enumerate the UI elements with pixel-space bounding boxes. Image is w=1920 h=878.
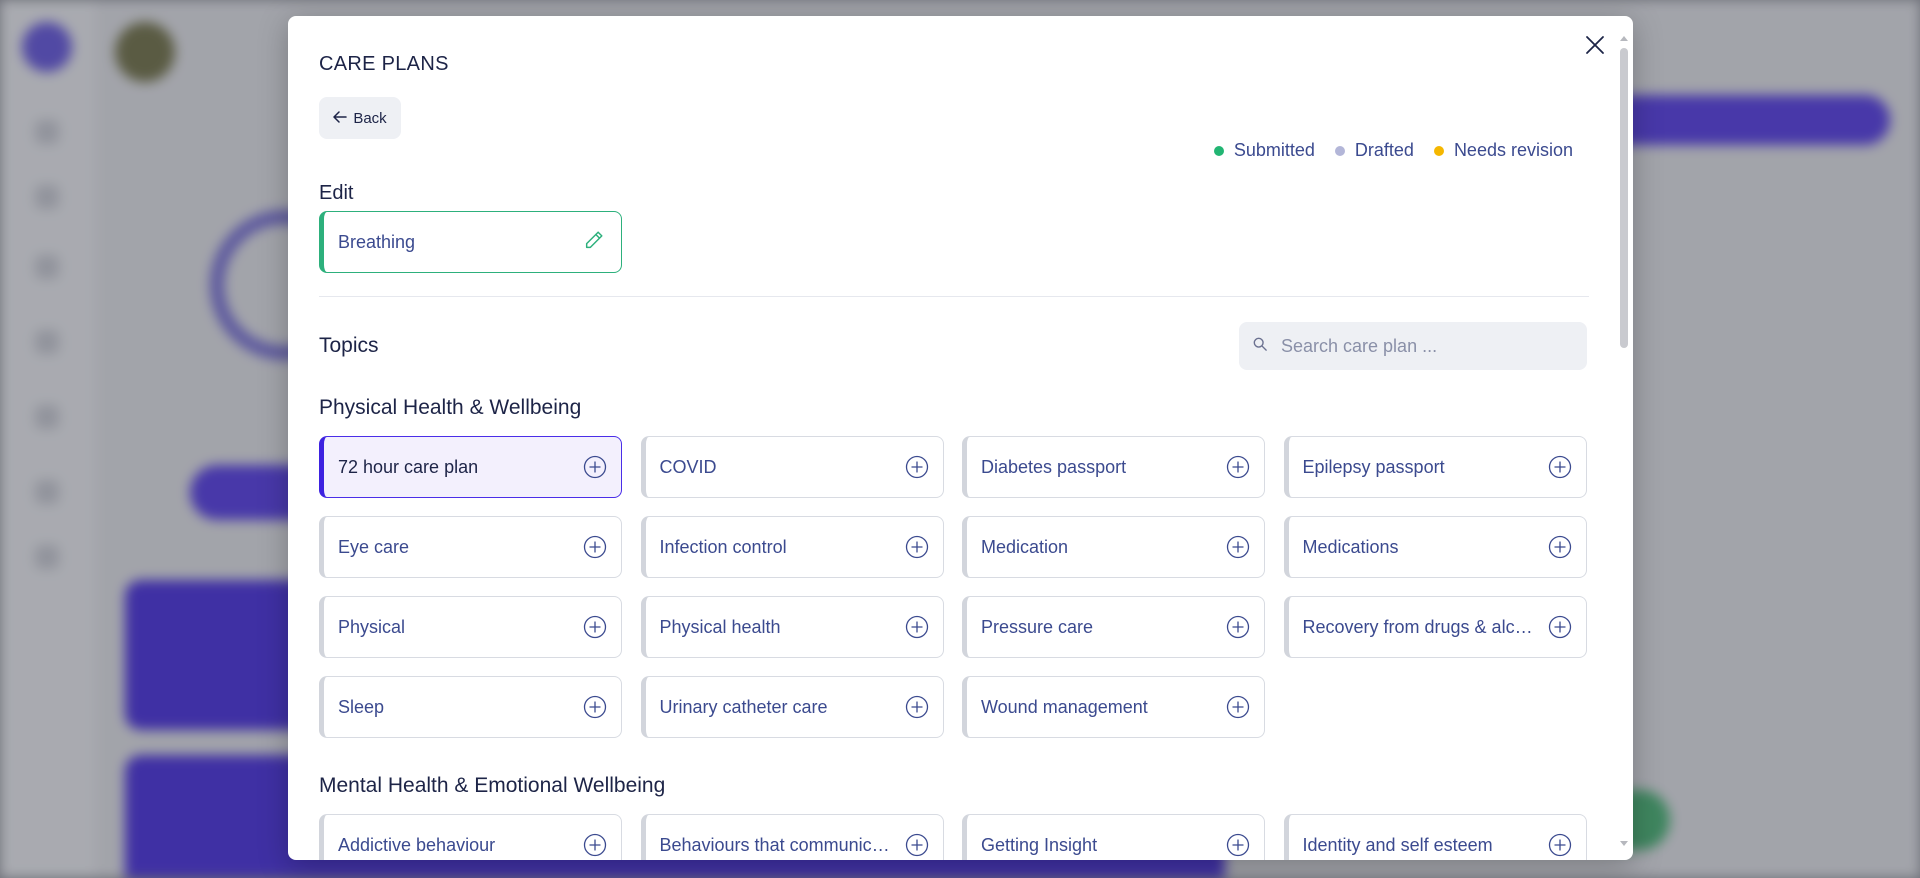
topic-card[interactable]: Behaviours that communicate distress <box>640 814 944 860</box>
topic-card[interactable]: Medications <box>1283 516 1587 578</box>
topic-card[interactable]: Identity and self esteem <box>1283 814 1587 860</box>
legend-needs-revision: Needs revision <box>1433 140 1573 161</box>
plus-circle-icon[interactable] <box>583 615 607 639</box>
topic-label: Getting Insight <box>981 834 1098 855</box>
legend-submitted: Submitted <box>1213 140 1315 161</box>
scroll-up-arrow[interactable] <box>1620 36 1628 41</box>
current-care-plan-name: Breathing <box>338 231 416 252</box>
topic-label: Behaviours that communicate distress <box>659 834 895 855</box>
modal-content: CARE PLANS Back Submitted Drafted Needs … <box>288 16 1618 860</box>
mental-topics-grid: Addictive behaviour Behaviours that commu… <box>319 814 1587 860</box>
legend-label: Submitted <box>1233 140 1315 160</box>
topic-card[interactable]: Sleep <box>319 676 622 738</box>
status-legend: Submitted Drafted Needs revision <box>1213 140 1573 161</box>
topic-label: Eye care <box>338 536 410 557</box>
topic-label: Physical <box>338 616 406 637</box>
topic-label: Wound management <box>981 696 1148 717</box>
topic-label: Infection control <box>659 536 787 557</box>
search-box[interactable] <box>1239 322 1587 370</box>
topic-label: Physical health <box>659 616 781 637</box>
legend-label: Drafted <box>1354 140 1414 160</box>
topic-label: Epilepsy passport <box>1302 456 1445 477</box>
plus-circle-icon[interactable] <box>1548 455 1572 479</box>
plus-circle-icon[interactable] <box>905 535 929 559</box>
topic-label: Identity and self esteem <box>1302 834 1493 855</box>
section-title-mental: Mental Health & Emotional Wellbeing <box>319 774 666 797</box>
search-input[interactable] <box>1281 335 1561 357</box>
plus-circle-icon[interactable] <box>583 695 607 719</box>
scroll-down-arrow[interactable] <box>1620 841 1628 846</box>
close-button[interactable] <box>1578 30 1612 64</box>
modal-scrollbar[interactable] <box>1619 36 1629 846</box>
section-title-physical: Physical Health & Wellbeing <box>319 396 582 419</box>
topic-label: Sleep <box>338 696 385 717</box>
topic-card[interactable]: Addictive behaviour <box>319 814 622 860</box>
plus-circle-icon[interactable] <box>583 455 607 479</box>
plus-circle-icon[interactable] <box>905 615 929 639</box>
topic-card[interactable]: Urinary catheter care <box>640 676 944 738</box>
plus-circle-icon[interactable] <box>1548 615 1572 639</box>
divider <box>319 296 1589 297</box>
edit-heading: Edit <box>319 182 354 204</box>
scrollbar-thumb[interactable] <box>1620 48 1628 348</box>
arrow-left-icon <box>333 110 348 127</box>
topic-card[interactable]: COVID <box>640 436 944 498</box>
topic-card[interactable]: Physical health <box>640 596 944 658</box>
legend-label: Needs revision <box>1453 140 1573 160</box>
topic-card[interactable]: Infection control <box>640 516 944 578</box>
plus-circle-icon[interactable] <box>1226 535 1250 559</box>
topic-card[interactable]: Wound management <box>962 676 1265 738</box>
care-plans-modal: CARE PLANS Back Submitted Drafted Needs … <box>288 16 1633 860</box>
submitted-dot <box>1213 145 1224 156</box>
plus-circle-icon[interactable] <box>1226 615 1250 639</box>
topics-heading: Topics <box>319 334 379 357</box>
topic-label: Medication <box>981 536 1069 557</box>
drafted-dot <box>1334 145 1345 156</box>
topic-label: 72 hour care plan <box>338 456 479 477</box>
topic-label: Pressure care <box>981 616 1094 637</box>
plus-circle-icon[interactable] <box>1226 455 1250 479</box>
topic-card[interactable]: Pressure care <box>962 596 1265 658</box>
topic-card[interactable]: Recovery from drugs & alcohol <box>1283 596 1587 658</box>
plus-circle-icon[interactable] <box>583 535 607 559</box>
close-icon <box>1585 35 1605 60</box>
plus-circle-icon[interactable] <box>583 833 607 857</box>
back-button[interactable]: Back <box>319 97 401 139</box>
pencil-icon[interactable] <box>583 229 605 256</box>
modal-title: CARE PLANS <box>319 53 449 75</box>
current-care-plan-card[interactable]: Breathing <box>319 211 622 273</box>
topic-label: Urinary catheter care <box>659 696 828 717</box>
search-icon <box>1253 337 1267 356</box>
plus-circle-icon[interactable] <box>1226 833 1250 857</box>
topic-card[interactable]: Getting Insight <box>962 814 1265 860</box>
topic-card[interactable]: Epilepsy passport <box>1283 436 1587 498</box>
topic-label: COVID <box>659 456 717 477</box>
topic-card[interactable]: 72 hour care plan <box>319 436 622 498</box>
plus-circle-icon[interactable] <box>905 695 929 719</box>
back-button-label: Back <box>353 109 387 127</box>
physical-topics-grid: 72 hour care plan COVID Diabetes passport E… <box>319 436 1587 738</box>
plus-circle-icon[interactable] <box>1548 833 1572 857</box>
plus-circle-icon[interactable] <box>905 833 929 857</box>
topic-card[interactable]: Medication <box>962 516 1265 578</box>
topic-label: Recovery from drugs & alcohol <box>1302 616 1538 637</box>
topic-label: Medications <box>1302 536 1399 557</box>
topic-card[interactable]: Physical <box>319 596 622 658</box>
plus-circle-icon[interactable] <box>1226 695 1250 719</box>
legend-drafted: Drafted <box>1334 140 1414 161</box>
topic-card[interactable]: Eye care <box>319 516 622 578</box>
topic-label: Addictive behaviour <box>338 834 496 855</box>
plus-circle-icon[interactable] <box>1548 535 1572 559</box>
topic-label: Diabetes passport <box>981 456 1127 477</box>
needs-revision-dot <box>1433 145 1444 156</box>
topic-card[interactable]: Diabetes passport <box>962 436 1265 498</box>
plus-circle-icon[interactable] <box>905 455 929 479</box>
